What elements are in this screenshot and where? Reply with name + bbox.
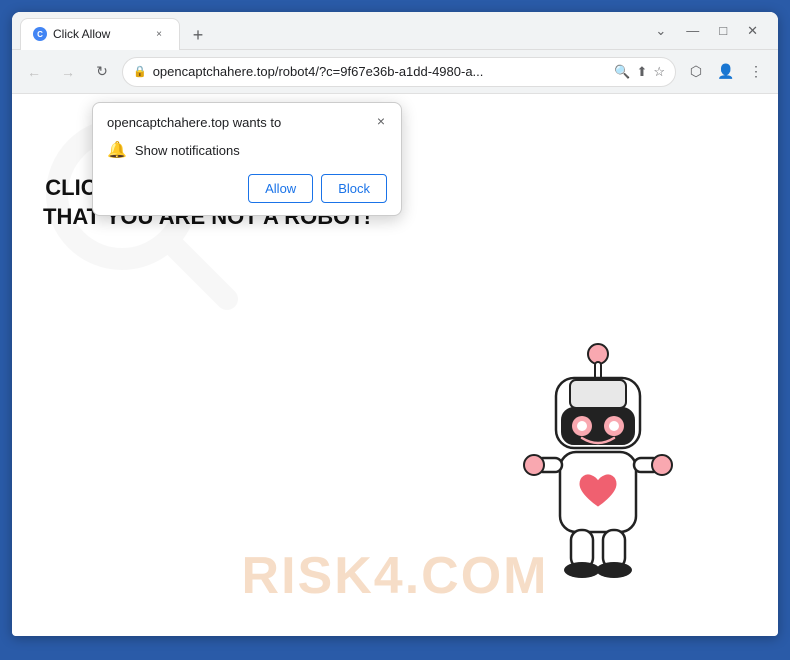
block-button[interactable]: Block bbox=[321, 174, 387, 203]
page-content: RISK4.COM CLICK «ALLOW» TO CONFIRM THAT … bbox=[12, 94, 778, 636]
address-bar[interactable]: 🔒 opencaptchahere.top/robot4/?c=9f67e36b… bbox=[122, 57, 676, 87]
maximize-button[interactable]: □ bbox=[711, 21, 735, 40]
search-icon: 🔍 bbox=[614, 64, 630, 80]
window-controls: ⌄ — □ ✕ bbox=[647, 21, 770, 41]
menu-button[interactable]: ⋮ bbox=[742, 58, 770, 86]
toolbar: ← → ↻ 🔒 opencaptchahere.top/robot4/?c=9f… bbox=[12, 50, 778, 94]
reload-icon: ↻ bbox=[96, 63, 108, 80]
tab-strip: C Click Allow × + bbox=[20, 12, 647, 50]
bell-icon: 🔔 bbox=[107, 140, 127, 160]
lock-icon: 🔒 bbox=[133, 65, 147, 78]
notification-popup: opencaptchahere.top wants to × 🔔 Show no… bbox=[92, 102, 402, 216]
profile-button[interactable]: 👤 bbox=[712, 58, 740, 86]
reload-button[interactable]: ↻ bbox=[88, 58, 116, 86]
tab-title: Click Allow bbox=[53, 27, 145, 41]
browser-window: C Click Allow × + ⌄ — □ ✕ ← → ↻ 🔒 openca… bbox=[12, 12, 778, 636]
close-button[interactable]: ✕ bbox=[739, 21, 766, 41]
window-chevron-icon: ⌄ bbox=[647, 21, 674, 41]
share-icon: ⬆ bbox=[636, 64, 647, 80]
toolbar-icons: ⬡ 👤 ⋮ bbox=[682, 58, 770, 86]
back-icon: ← bbox=[27, 64, 41, 80]
minimize-button[interactable]: — bbox=[678, 21, 707, 40]
tab-close-button[interactable]: × bbox=[151, 26, 167, 42]
popup-close-button[interactable]: × bbox=[371, 111, 391, 131]
tab-favicon: C bbox=[33, 27, 47, 41]
address-text: opencaptchahere.top/robot4/?c=9f67e36b-a… bbox=[153, 64, 609, 79]
title-bar: C Click Allow × + ⌄ — □ ✕ bbox=[12, 12, 778, 50]
extensions-button[interactable]: ⬡ bbox=[682, 58, 710, 86]
favicon-letter: C bbox=[37, 30, 43, 39]
new-tab-button[interactable]: + bbox=[184, 22, 212, 50]
forward-icon: → bbox=[61, 64, 75, 80]
popup-title: opencaptchahere.top wants to bbox=[107, 115, 387, 130]
bookmark-icon: ☆ bbox=[653, 64, 665, 80]
popup-buttons: Allow Block bbox=[107, 174, 387, 203]
active-tab[interactable]: C Click Allow × bbox=[20, 18, 180, 50]
forward-button[interactable]: → bbox=[54, 58, 82, 86]
back-button[interactable]: ← bbox=[20, 58, 48, 86]
robot-container bbox=[498, 336, 718, 636]
popup-notification-row: 🔔 Show notifications bbox=[107, 140, 387, 160]
allow-button[interactable]: Allow bbox=[248, 174, 313, 203]
robot-illustration bbox=[498, 336, 698, 616]
notification-label: Show notifications bbox=[135, 143, 240, 158]
